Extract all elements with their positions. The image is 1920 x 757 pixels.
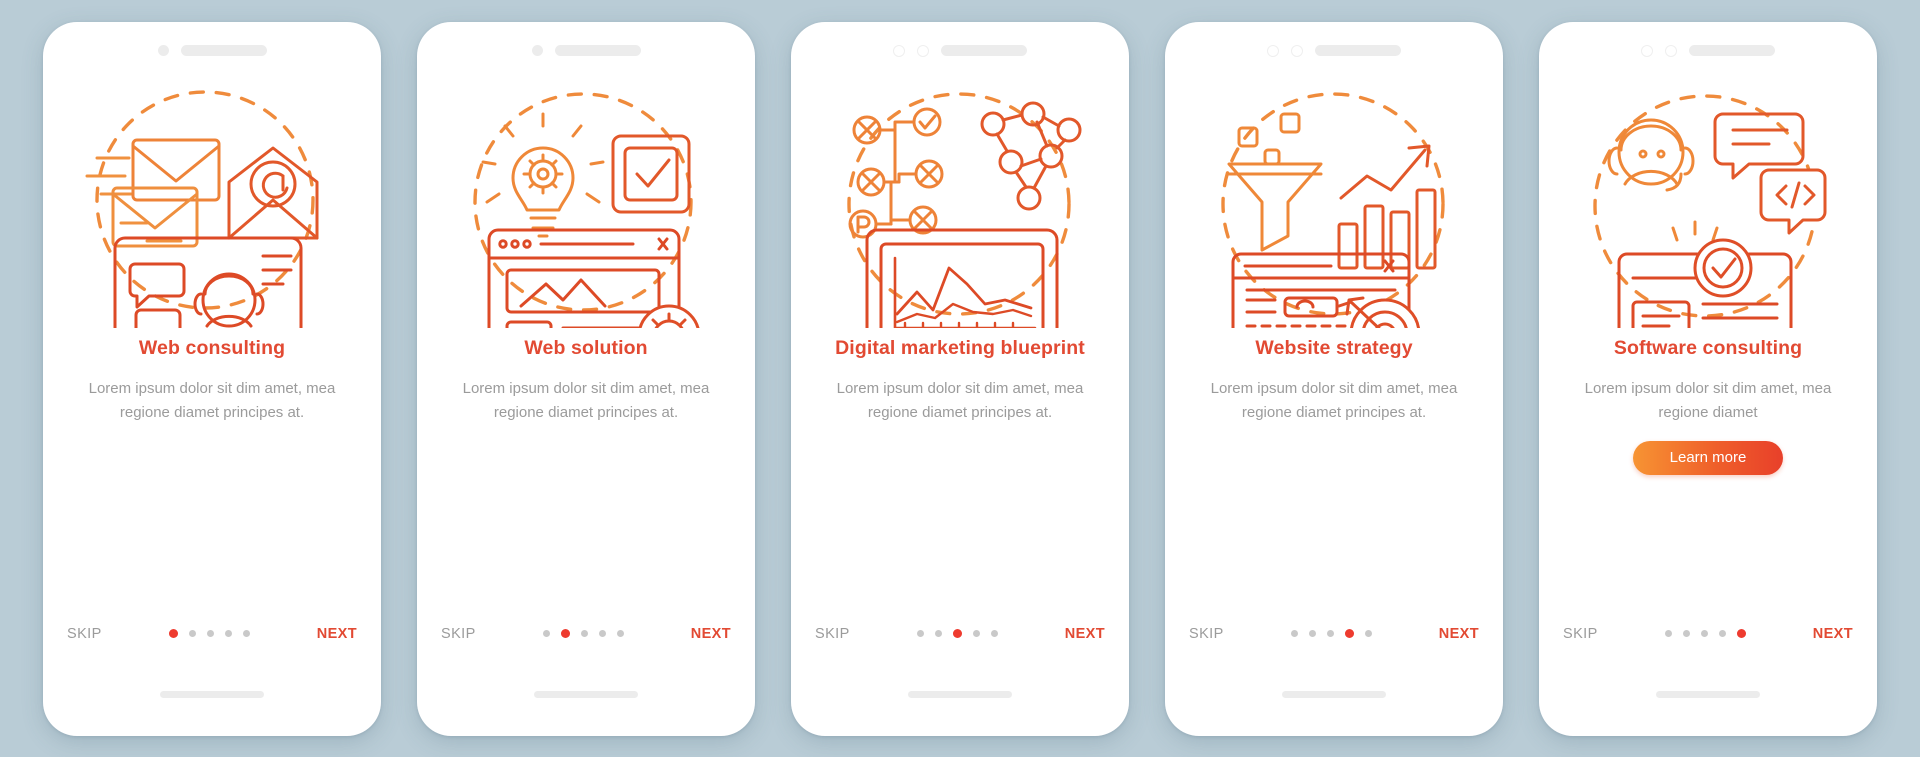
home-indicator	[908, 690, 1012, 698]
onboarding-navigation: SKIP NEXT	[1539, 626, 1877, 642]
phone-screen-website-strategy: Website strategy Lorem ipsum dolor sit d…	[1165, 21, 1503, 736]
home-indicator	[1282, 690, 1386, 698]
speaker-pill-icon	[554, 45, 641, 56]
step-dot-1[interactable]	[916, 630, 924, 637]
screen-title: Web consulting	[138, 336, 286, 359]
screen-description: Lorem ipsum dolor sit dim amet, mea regi…	[88, 379, 336, 421]
camera-dot-icon	[531, 45, 543, 56]
onboarding-navigation: SKIP NEXT	[43, 626, 381, 642]
screen-title: Web solution	[524, 336, 648, 359]
step-dot-2[interactable]	[1308, 630, 1316, 637]
step-indicator	[1664, 629, 1746, 638]
illustration-funnel-bargraph-target-browser	[1165, 74, 1503, 332]
camera-ring-icon	[893, 44, 905, 57]
next-button[interactable]: NEXT	[317, 626, 357, 642]
phone-screen-web-solution: Web solution Lorem ipsum dolor sit dim a…	[417, 21, 755, 736]
illustration-lightbulb-gear-browser	[417, 74, 755, 332]
screen-description: Lorem ipsum dolor sit dim amet, mea regi…	[1210, 379, 1458, 421]
step-indicator	[542, 629, 624, 638]
step-dot-5[interactable]	[990, 630, 998, 637]
step-dot-5[interactable]	[616, 630, 624, 637]
speaker-pill-icon	[180, 45, 267, 56]
sensor-ring-icon	[917, 44, 929, 57]
illustration-flowchart-network-chart-monitor	[791, 74, 1129, 332]
speaker-pill-icon	[1315, 45, 1401, 56]
next-button[interactable]: NEXT	[1439, 626, 1479, 642]
phone-screen-digital-marketing-blueprint: Digital marketing blueprint Lorem ipsum …	[791, 21, 1129, 736]
sensor-ring-icon	[1665, 44, 1677, 57]
step-dot-5[interactable]	[1364, 630, 1372, 637]
onboarding-navigation: SKIP NEXT	[791, 626, 1129, 642]
step-dot-2[interactable]	[1682, 630, 1690, 637]
status-bar	[791, 22, 1129, 68]
home-indicator	[160, 690, 264, 698]
step-dot-4[interactable]	[598, 630, 606, 637]
step-dot-2[interactable]	[560, 629, 570, 638]
status-bar	[1165, 22, 1503, 68]
step-dot-4[interactable]	[224, 630, 232, 637]
step-dot-1[interactable]	[168, 629, 178, 638]
status-bar	[43, 22, 381, 68]
next-button[interactable]: NEXT	[1813, 626, 1853, 642]
learn-more-button[interactable]: Learn more	[1633, 440, 1783, 475]
step-dot-1[interactable]	[1290, 630, 1298, 637]
phone-screen-web-consulting: Web consulting Lorem ipsum dolor sit dim…	[43, 21, 381, 736]
skip-button[interactable]: SKIP	[67, 626, 102, 642]
camera-dot-icon	[157, 45, 169, 56]
phone-screen-software-consulting: Software consulting Lorem ipsum dolor si…	[1539, 21, 1877, 736]
step-dot-3[interactable]	[206, 630, 214, 637]
step-dot-1[interactable]	[1664, 630, 1672, 637]
step-dot-4[interactable]	[1718, 630, 1726, 637]
camera-ring-icon	[1267, 44, 1279, 57]
speaker-pill-icon	[1689, 45, 1775, 56]
screen-title: Website strategy	[1255, 336, 1413, 359]
step-dot-2[interactable]	[188, 630, 196, 637]
step-dot-1[interactable]	[542, 630, 550, 637]
status-bar	[1539, 22, 1877, 68]
screen-description: Lorem ipsum dolor sit dim amet, mea regi…	[462, 379, 710, 421]
step-dot-4[interactable]	[972, 630, 980, 637]
skip-button[interactable]: SKIP	[815, 626, 850, 642]
sensor-ring-icon	[1291, 44, 1303, 57]
step-dot-4[interactable]	[1344, 629, 1354, 638]
next-button[interactable]: NEXT	[1065, 626, 1105, 642]
step-dot-3[interactable]	[580, 630, 588, 637]
screen-title: Software consulting	[1613, 336, 1803, 359]
onboarding-screens-container: Web consulting Lorem ipsum dolor sit dim…	[0, 0, 1920, 757]
onboarding-navigation: SKIP NEXT	[417, 626, 755, 642]
screen-description: Lorem ipsum dolor sit dim amet, mea regi…	[1584, 379, 1832, 421]
home-indicator	[1656, 690, 1760, 698]
next-button[interactable]: NEXT	[691, 626, 731, 642]
step-indicator	[1290, 629, 1372, 638]
step-dot-3[interactable]	[1326, 630, 1334, 637]
camera-ring-icon	[1641, 44, 1653, 57]
screen-description: Lorem ipsum dolor sit dim amet, mea regi…	[836, 379, 1084, 421]
skip-button[interactable]: SKIP	[1563, 626, 1598, 642]
skip-button[interactable]: SKIP	[1189, 626, 1224, 642]
screen-title: Digital marketing blueprint	[835, 336, 1085, 359]
step-dot-5[interactable]	[1736, 629, 1746, 638]
step-dot-2[interactable]	[934, 630, 942, 637]
skip-button[interactable]: SKIP	[441, 626, 476, 642]
status-bar	[417, 22, 755, 68]
illustration-envelopes-monitor-support	[43, 74, 381, 332]
step-indicator	[168, 629, 250, 638]
home-indicator	[534, 690, 638, 698]
step-dot-3[interactable]	[1700, 630, 1708, 637]
onboarding-navigation: SKIP NEXT	[1165, 626, 1503, 642]
step-dot-5[interactable]	[242, 630, 250, 637]
speaker-pill-icon	[941, 45, 1027, 56]
step-dot-3[interactable]	[952, 629, 962, 638]
illustration-headset-code-laptop-check	[1539, 74, 1877, 332]
step-indicator	[916, 629, 998, 638]
